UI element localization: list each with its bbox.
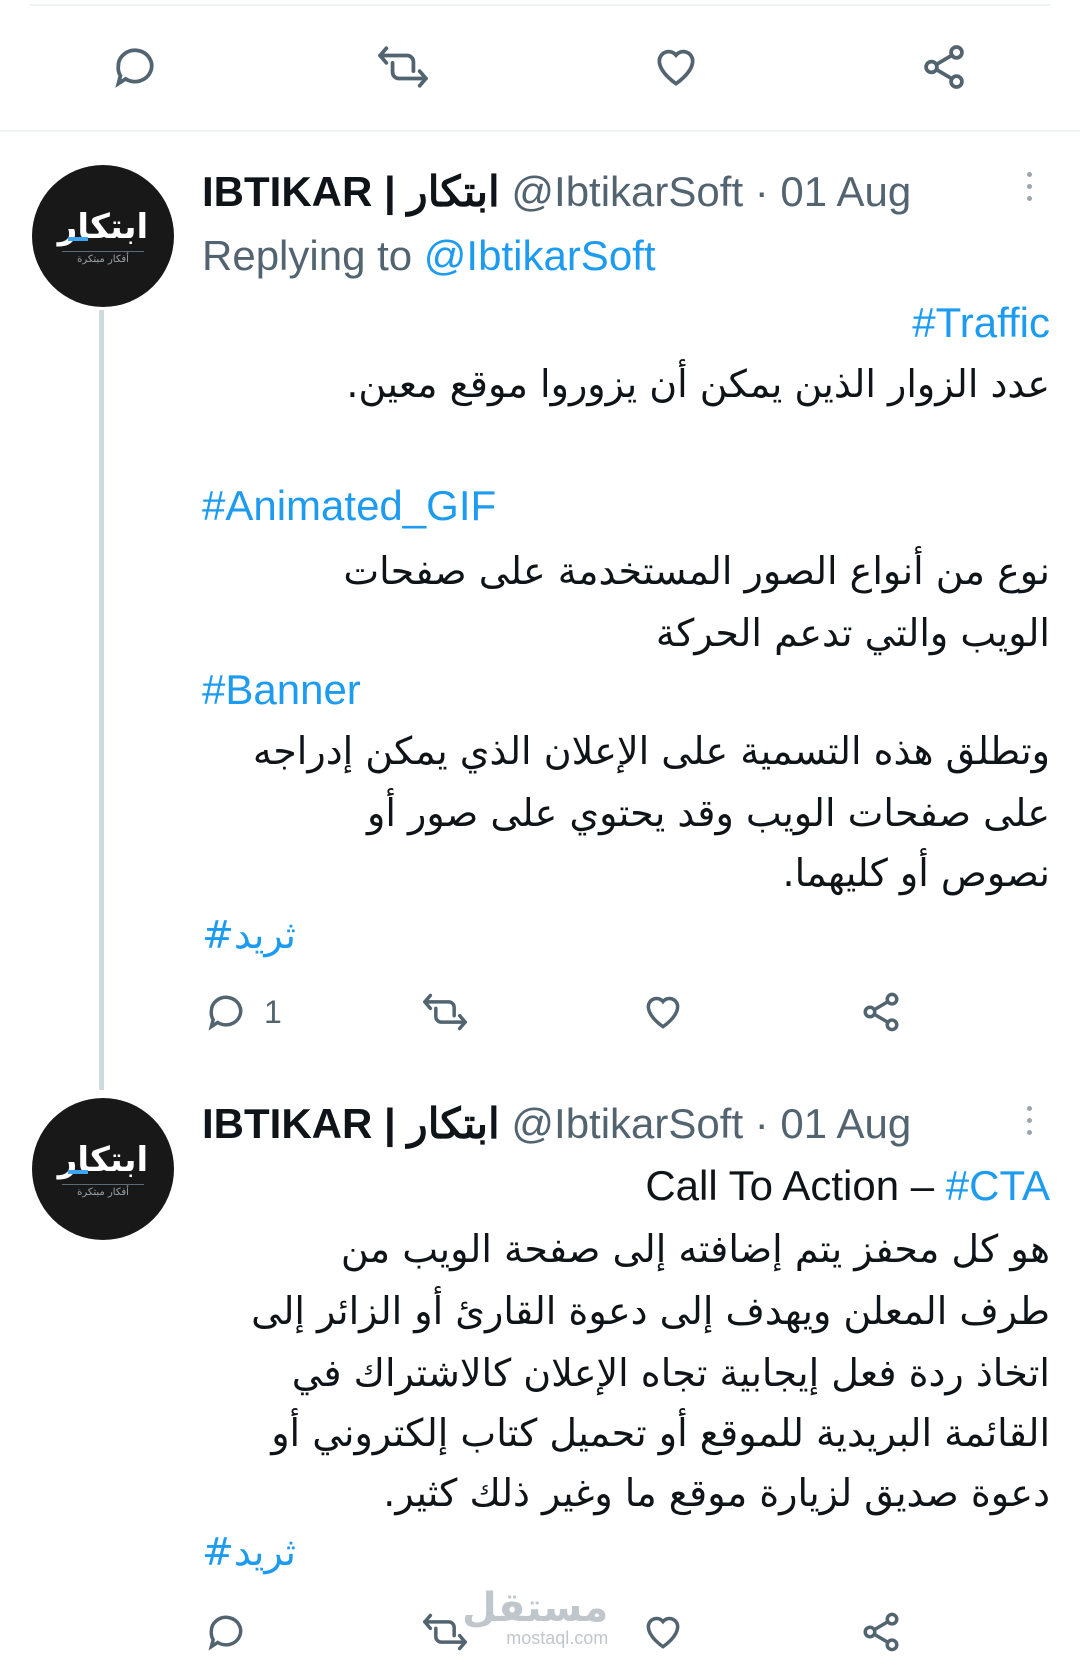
author-name[interactable]: IBTIKAR | ابتكار	[202, 168, 500, 215]
cta-title: Call To Action –	[645, 1162, 946, 1209]
tweet-text: اتخاذ ردة فعل إيجابية تجاه الإعلان كالاش…	[291, 1351, 1050, 1395]
tweet-text: على صفحات الويب وقد يحتوي على صور أو	[367, 791, 1050, 835]
author-name[interactable]: IBTIKAR | ابتكار	[202, 1100, 500, 1147]
more-options-icon[interactable]	[1024, 1104, 1034, 1138]
previous-tweet-actions	[0, 30, 1080, 110]
reply-button[interactable]	[204, 1610, 248, 1654]
author-handle-date[interactable]: @IbtikarSoft · 01 Aug	[511, 1100, 911, 1147]
retweet-icon	[423, 993, 467, 1031]
retweet-button[interactable]	[420, 990, 470, 1034]
reply-icon	[208, 995, 243, 1031]
cta-heading: Call To Action – #CTA	[645, 1160, 1050, 1212]
reply-icon	[208, 1615, 243, 1651]
retweet-icon	[378, 46, 428, 88]
thread-connector	[99, 310, 104, 1090]
replying-to: Replying to @IbtikarSoft	[202, 230, 656, 282]
avatar-logo-bar	[68, 1170, 88, 1174]
tweet-text: القائمة البريدية للموقع أو تحميل كتاب إل…	[271, 1411, 1050, 1455]
watermark-arabic: مستقل	[462, 1585, 609, 1631]
hashtag-animated-gif[interactable]: #Animated_GIF	[202, 480, 496, 532]
watermark: مستقل mostaql.com	[462, 1588, 608, 1649]
tweet-text: طرف المعلن ويهدف إلى دعوة القارئ أو الزا…	[251, 1289, 1050, 1333]
tweet-header: IBTIKAR | ابتكار @IbtikarSoft · 01 Aug	[202, 166, 911, 218]
tweet-text: نصوص أو كليهما.	[782, 851, 1050, 895]
avatar-logo-bar	[68, 237, 88, 241]
replying-prefix: Replying to	[202, 232, 424, 279]
hashtag-thread[interactable]: #ثريد	[202, 1522, 296, 1582]
like-icon	[657, 49, 695, 86]
like-icon	[646, 1616, 680, 1649]
reply-button[interactable]	[110, 42, 160, 92]
more-options-icon[interactable]	[1024, 170, 1034, 204]
replying-handle[interactable]: @IbtikarSoft	[424, 232, 656, 279]
watermark-domain: mostaql.com	[506, 1628, 609, 1648]
avatar[interactable]: ابتكار أفكار مبتكرة	[32, 165, 174, 307]
reply-count: 1	[264, 993, 282, 1030]
share-button[interactable]	[918, 42, 970, 92]
avatar-logo: ابتكار	[57, 207, 149, 247]
share-button[interactable]	[858, 1610, 904, 1654]
hashtag-cta[interactable]: #CTA	[946, 1162, 1050, 1209]
reply-button[interactable]: 1	[204, 990, 282, 1034]
retweet-button[interactable]	[375, 42, 431, 92]
hashtag-banner[interactable]: #Banner	[202, 664, 361, 716]
author-handle-date[interactable]: @IbtikarSoft · 01 Aug	[511, 168, 911, 215]
like-button[interactable]	[640, 990, 686, 1034]
avatar[interactable]: ابتكار أفكار مبتكرة	[32, 1098, 174, 1240]
tweet-header: IBTIKAR | ابتكار @IbtikarSoft · 01 Aug	[202, 1098, 911, 1150]
reply-icon	[115, 48, 154, 88]
tweet-text: نوع من أنواع الصور المستخدمة على صفحات	[343, 549, 1050, 593]
tweet-text: عدد الزوار الذين يمكن أن يزوروا موقع معي…	[346, 362, 1050, 406]
share-icon	[924, 45, 964, 89]
share-icon	[863, 992, 899, 1032]
hashtag-traffic[interactable]: #Traffic	[912, 297, 1050, 349]
share-icon	[863, 1612, 899, 1652]
tweet-text: الويب والتي تدعم الحركة	[655, 611, 1050, 655]
avatar-tagline: أفكار مبتكرة	[62, 251, 144, 265]
top-divider	[30, 4, 1050, 6]
hashtag-thread[interactable]: #ثريد	[202, 905, 296, 965]
like-icon	[646, 996, 680, 1029]
like-button[interactable]	[650, 42, 702, 92]
tweet-text: هو كل محفز يتم إضافته إلى صفحة الويب من	[340, 1227, 1050, 1271]
tweet-text: وتطلق هذه التسمية على الإعلان الذي يمكن …	[252, 729, 1050, 773]
section-divider	[0, 130, 1080, 132]
avatar-logo: ابتكار	[57, 1140, 149, 1180]
like-button[interactable]	[640, 1610, 686, 1654]
share-button[interactable]	[858, 990, 904, 1034]
avatar-tagline: أفكار مبتكرة	[62, 1184, 144, 1198]
tweet-text: دعوة صديق لزيارة موقع ما وغير ذلك كثير.	[383, 1471, 1050, 1515]
